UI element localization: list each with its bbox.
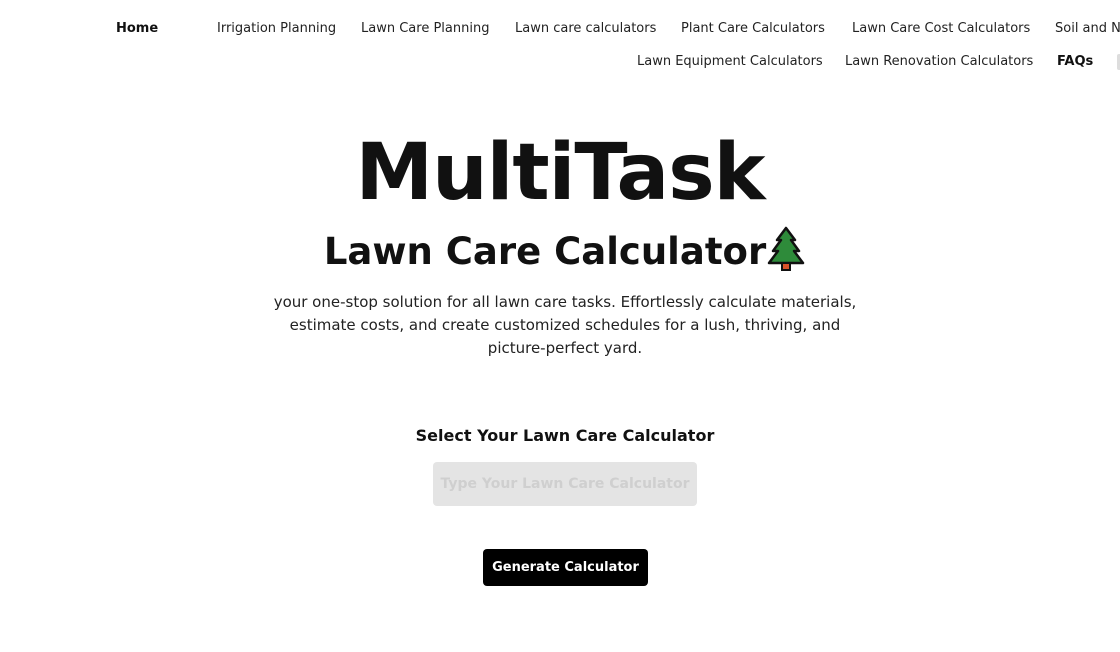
nav-lawn-equipment-calculators[interactable]: Lawn Equipment Calculators <box>637 54 823 69</box>
page-title: MultiTask <box>355 128 766 218</box>
hero-description: your one-stop solution for all lawn care… <box>273 293 857 357</box>
page-subtitle: Lawn Care Calculator <box>0 226 1120 281</box>
nav-lawn-care-planning[interactable]: Lawn Care Planning <box>361 21 489 36</box>
nav-lawn-care-calculators[interactable]: Lawn care calculators <box>515 21 656 36</box>
calculator-search-input[interactable] <box>433 462 697 506</box>
nav-soil-and-nutrient[interactable]: Soil and Nu <box>1055 21 1120 36</box>
subtitle-text: Lawn Care Calculator <box>323 230 767 273</box>
evergreen-tree-icon <box>766 226 806 281</box>
nav-irrigation-planning[interactable]: Irrigation Planning <box>217 21 336 36</box>
nav-plant-care-calculators[interactable]: Plant Care Calculators <box>681 21 825 36</box>
nav-lawn-renovation-calculators[interactable]: Lawn Renovation Calculators <box>845 54 1033 69</box>
calculator-select-label: Select Your Lawn Care Calculator <box>415 426 715 445</box>
nav-faqs[interactable]: FAQs <box>1057 54 1093 69</box>
nav-home[interactable]: Home <box>116 21 158 36</box>
nav-lawn-care-cost-calculators[interactable]: Lawn Care Cost Calculators <box>852 21 1030 36</box>
generate-calculator-button[interactable]: Generate Calculator <box>483 549 648 586</box>
